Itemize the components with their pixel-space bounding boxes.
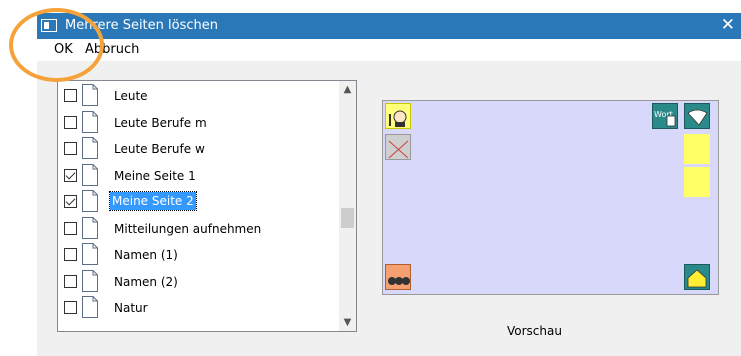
home-symbol-tile: [684, 264, 710, 290]
document-icon: [82, 190, 98, 212]
document-icon: [82, 269, 98, 292]
document-icon: [82, 163, 98, 186]
word-symbol-tile: Wort: [652, 103, 678, 129]
wiper-icon: [687, 109, 708, 126]
people-symbol-tile: [385, 264, 411, 290]
list-scrollbar[interactable]: ▲ ▼: [339, 81, 356, 331]
page-checkbox[interactable]: [64, 301, 77, 314]
page-checkbox[interactable]: [64, 89, 77, 102]
page-checkbox[interactable]: [64, 168, 77, 182]
list-item[interactable]: Leute Berufe m: [58, 109, 340, 135]
page-checkbox[interactable]: [64, 274, 77, 288]
cross-icon: [388, 140, 409, 159]
document-icon: [82, 84, 98, 106]
empty-yellow-tile: [684, 167, 710, 197]
list-item[interactable]: Meine Seite 1: [58, 162, 340, 188]
page-name: Namen (1): [114, 248, 178, 262]
page-checkbox[interactable]: [64, 221, 77, 235]
house-icon: [687, 269, 707, 288]
ok-button[interactable]: OK: [54, 42, 73, 57]
hand-icon: [666, 115, 676, 127]
dialog-body: OK Abbruch Leute Leute Berufe m Leute Beru…: [37, 39, 741, 356]
cancel-button[interactable]: Abbruch: [85, 42, 139, 57]
page-name: Meine Seite 2: [109, 191, 197, 211]
document-icon: [82, 137, 98, 159]
scroll-thumb[interactable]: [341, 208, 354, 228]
document-icon: [82, 243, 98, 265]
list-item[interactable]: Leute Berufe w: [58, 135, 340, 161]
scroll-up-arrow-icon[interactable]: ▲: [339, 81, 356, 98]
wiper-symbol-tile: [684, 103, 710, 129]
menu-bar: OK Abbruch: [37, 39, 741, 61]
page-name: Leute Berufe w: [114, 142, 205, 156]
empty-yellow-tile: [684, 134, 710, 164]
page-name: Namen (2): [114, 274, 178, 289]
scroll-down-arrow-icon[interactable]: ▼: [339, 314, 356, 331]
page-name: Leute Berufe m: [114, 115, 207, 130]
page-name: Mitteilungen aufnehmen: [114, 221, 262, 236]
person-symbol-tile: [385, 103, 411, 129]
window-icon: [41, 19, 57, 32]
people-icon: [388, 277, 410, 285]
document-icon: [82, 296, 98, 318]
page-name: Leute: [114, 89, 148, 103]
title-bar: Mehrere Seiten löschen ✕: [37, 13, 741, 39]
page-checkbox[interactable]: [64, 115, 77, 129]
list-item[interactable]: Mitteilungen aufnehmen: [58, 215, 340, 241]
document-icon: [82, 216, 98, 239]
list-item[interactable]: Namen (1): [58, 241, 340, 267]
page-name: Natur: [114, 301, 148, 315]
person-icon: [389, 110, 407, 127]
list-item[interactable]: Meine Seite 2: [58, 188, 340, 214]
preview-label: Vorschau: [507, 324, 562, 338]
page-list[interactable]: Leute Leute Berufe m Leute Berufe w Meine S…: [57, 80, 357, 332]
list-item[interactable]: Leute: [58, 82, 340, 108]
page-checkbox[interactable]: [64, 142, 77, 155]
close-button[interactable]: ✕: [721, 15, 735, 35]
list-item[interactable]: Natur: [58, 294, 340, 320]
page-checkbox[interactable]: [64, 195, 77, 208]
page-checkbox[interactable]: [64, 248, 77, 261]
document-icon: [82, 110, 98, 133]
page-preview: Wort: [382, 100, 719, 295]
page-name: Meine Seite 1: [114, 168, 196, 183]
list-item[interactable]: Namen (2): [58, 268, 340, 294]
empty-symbol-tile: [385, 134, 411, 160]
window-title: Mehrere Seiten löschen: [65, 18, 218, 33]
